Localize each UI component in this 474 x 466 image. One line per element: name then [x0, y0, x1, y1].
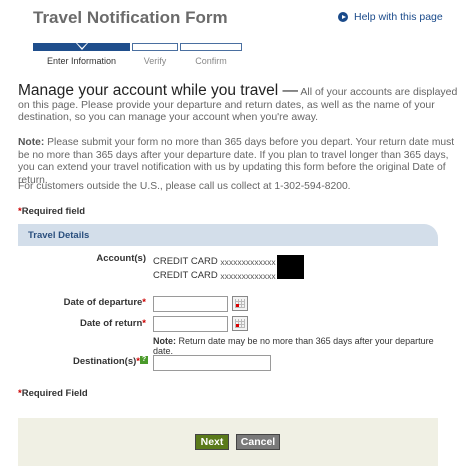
note-text: Note: Please submit your form no more th… — [18, 137, 462, 187]
next-button[interactable]: Next — [195, 434, 229, 450]
destination-input[interactable] — [153, 355, 271, 371]
account-mask: xxxxxxxxxxxxx — [220, 257, 276, 267]
required-label: Required field — [21, 206, 86, 217]
step-bar — [132, 43, 178, 51]
step-verify: Verify — [132, 43, 178, 66]
step-enter-information: Enter Information — [33, 43, 130, 66]
page-title: Travel Notification Form — [33, 8, 228, 27]
account-item: CREDIT CARD xxxxxxxxxxxxx — [153, 255, 276, 269]
destination-label: Destination(s)*? — [40, 356, 148, 367]
return-date-input[interactable] — [153, 316, 228, 332]
section-header-travel-details: Travel Details — [18, 224, 438, 246]
account-item: CREDIT CARD xxxxxxxxxxxxx — [153, 269, 276, 283]
required-field-legend-bottom: *Required Field — [18, 388, 88, 399]
return-label-text: Date of return — [80, 318, 143, 329]
departure-label-text: Date of departure — [63, 297, 143, 308]
departure-label: Date of departure* — [50, 297, 146, 308]
intro-text: Manage your account while you travel — A… — [18, 82, 458, 124]
step-label: Verify — [143, 56, 167, 66]
return-note-body: Return date may be no more than 365 days… — [153, 336, 434, 356]
cancel-button[interactable]: Cancel — [236, 434, 280, 450]
note-body: Please submit your form no more than 365… — [18, 137, 455, 186]
calendar-icon[interactable] — [232, 316, 248, 331]
required-field-legend: *Required field — [18, 206, 85, 217]
note-label: Note: — [18, 137, 45, 148]
accounts-label: Account(s) — [96, 253, 146, 264]
required-star: * — [142, 297, 146, 308]
step-confirm: Confirm — [180, 43, 242, 66]
help-link[interactable]: Help with this page — [338, 11, 443, 23]
international-phone-text: For customers outside the U.S., please c… — [18, 181, 351, 192]
required-label: Required Field — [21, 388, 88, 399]
destination-label-text: Destination(s) — [72, 356, 137, 367]
accounts-list: CREDIT CARD xxxxxxxxxxxxx CREDIT CARD xx… — [153, 255, 276, 283]
step-label: Enter Information — [46, 56, 117, 66]
help-question-icon[interactable]: ? — [140, 356, 148, 364]
step-bar — [180, 43, 242, 51]
play-circle-icon — [338, 12, 348, 22]
step-bar — [33, 43, 130, 51]
step-label: Confirm — [195, 56, 227, 66]
intro-headline: Manage your account while you travel — — [18, 82, 299, 99]
account-type: CREDIT CARD — [153, 256, 218, 267]
return-date-note: Note: Return date may be no more than 36… — [153, 336, 443, 356]
departure-date-input[interactable] — [153, 296, 228, 312]
required-star: * — [142, 318, 146, 329]
return-label: Date of return* — [50, 318, 146, 329]
calendar-icon[interactable] — [232, 296, 248, 311]
account-type: CREDIT CARD — [153, 270, 218, 281]
progress-steps: Enter Information Verify Confirm — [33, 43, 242, 66]
account-mask: xxxxxxxxxxxxx — [220, 271, 276, 281]
help-link-label: Help with this page — [354, 11, 443, 23]
return-note-label: Note: — [153, 336, 176, 346]
redaction-block — [277, 255, 304, 279]
